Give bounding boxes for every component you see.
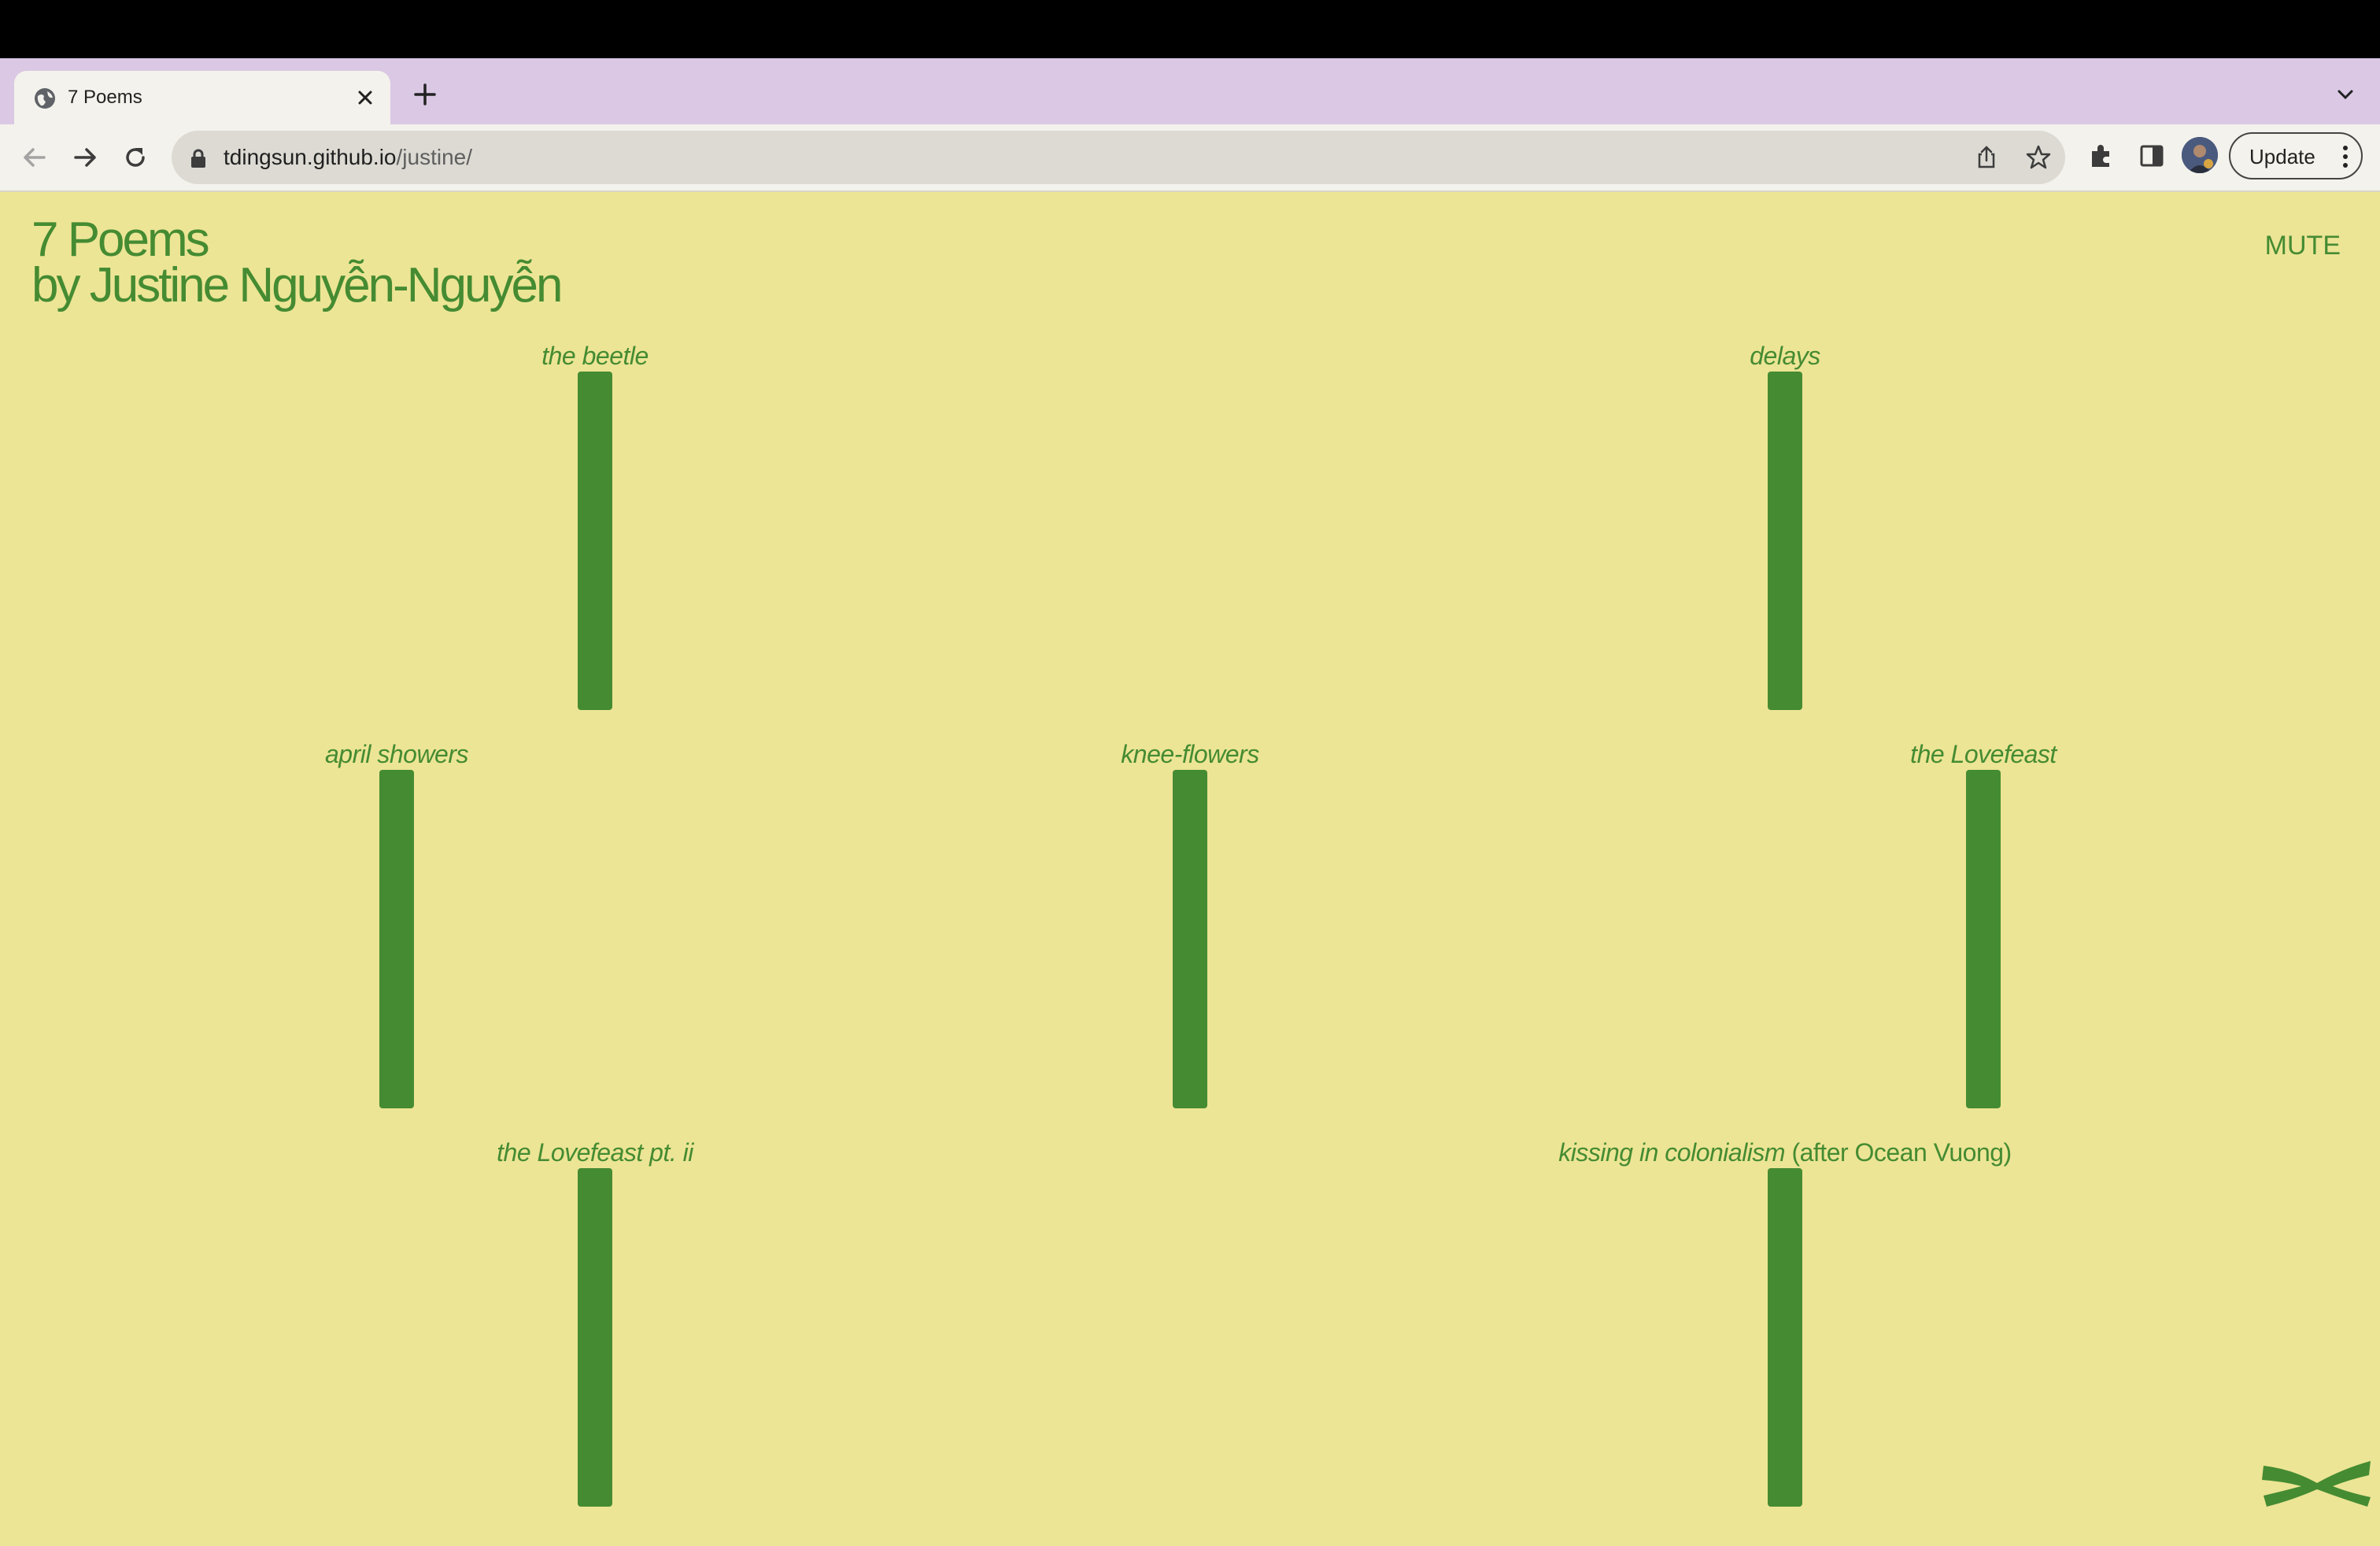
tab-strip: 7 Poems [0, 58, 2380, 124]
poem-title[interactable]: the Lovefeast [1826, 738, 2141, 770]
system-top-bar [0, 0, 2380, 58]
chevron-down-icon[interactable] [2333, 82, 2358, 107]
poem-the-lovefeast[interactable]: the Lovefeast [1826, 738, 2141, 1108]
poem-the-lovefeast-pt-ii[interactable]: the Lovefeast pt. ii [438, 1137, 752, 1507]
poem-bar[interactable] [578, 1168, 612, 1507]
update-label: Update [2249, 145, 2315, 168]
close-icon[interactable] [353, 85, 378, 110]
update-button[interactable]: Update [2229, 132, 2363, 179]
poem-title[interactable]: the Lovefeast pt. ii [438, 1137, 752, 1168]
forward-arrow-icon[interactable] [68, 140, 102, 175]
poem-kissing-in-colonialism[interactable]: kissing in colonialism (after Ocean Vuon… [1470, 1137, 2100, 1507]
poem-delays[interactable]: delays [1628, 340, 1942, 710]
active-tab[interactable]: 7 Poems [14, 71, 390, 124]
screen: 7 Poems tdingsun.github.io/justine/ Upda… [0, 0, 2380, 1546]
bookmark-star-icon[interactable] [2024, 143, 2053, 172]
poem-the-beetle[interactable]: the beetle [438, 340, 752, 710]
page-title: 7 Poems by Justine Nguyễn-Nguyễn [31, 213, 563, 313]
lock-icon[interactable] [189, 148, 208, 168]
mute-button[interactable]: MUTE [2265, 230, 2341, 261]
page-title-line2: by Justine Nguyễn-Nguyễn [31, 258, 563, 313]
poem-bar[interactable] [1768, 372, 1802, 710]
poem-title[interactable]: the beetle [438, 340, 752, 372]
poem-bar[interactable] [1768, 1168, 1802, 1507]
address-bar[interactable]: tdingsun.github.io/justine/ [172, 131, 2065, 184]
browser-toolbar: tdingsun.github.io/justine/ Update [0, 124, 2380, 192]
url-host: tdingsun.github.io [224, 145, 397, 169]
reload-icon[interactable] [118, 140, 153, 175]
poem-knee-flowers[interactable]: knee-flowers [1033, 738, 1347, 1108]
poem-title[interactable]: april showers [239, 738, 554, 770]
url-path: /justine/ [396, 145, 473, 169]
page-title-line1: 7 Poems [31, 213, 210, 267]
poem-bar[interactable] [379, 770, 414, 1108]
tab-title: 7 Poems [68, 87, 142, 108]
crossed-x-icon[interactable] [2260, 1458, 2374, 1508]
poem-bar[interactable] [578, 372, 612, 710]
share-icon[interactable] [1972, 143, 2001, 172]
back-arrow-icon[interactable] [17, 140, 52, 175]
side-panel-icon[interactable] [2136, 140, 2168, 172]
extensions-puzzle-icon[interactable] [2086, 140, 2117, 172]
poem-title[interactable]: knee-flowers [1033, 738, 1347, 770]
poem-title[interactable]: delays [1628, 340, 1942, 372]
poem-bar[interactable] [1966, 770, 2001, 1108]
more-options-icon[interactable] [2342, 145, 2349, 168]
poem-april-showers[interactable]: april showers [239, 738, 554, 1108]
plus-icon[interactable] [411, 80, 439, 109]
url-text[interactable]: tdingsun.github.io/justine/ [224, 142, 472, 173]
globe-icon [35, 88, 55, 109]
profile-photo-icon [2182, 137, 2218, 173]
poem-bar[interactable] [1173, 770, 1207, 1108]
poem-title[interactable]: kissing in colonialism (after Ocean Vuon… [1470, 1137, 2100, 1168]
profile-avatar[interactable] [2182, 137, 2218, 173]
